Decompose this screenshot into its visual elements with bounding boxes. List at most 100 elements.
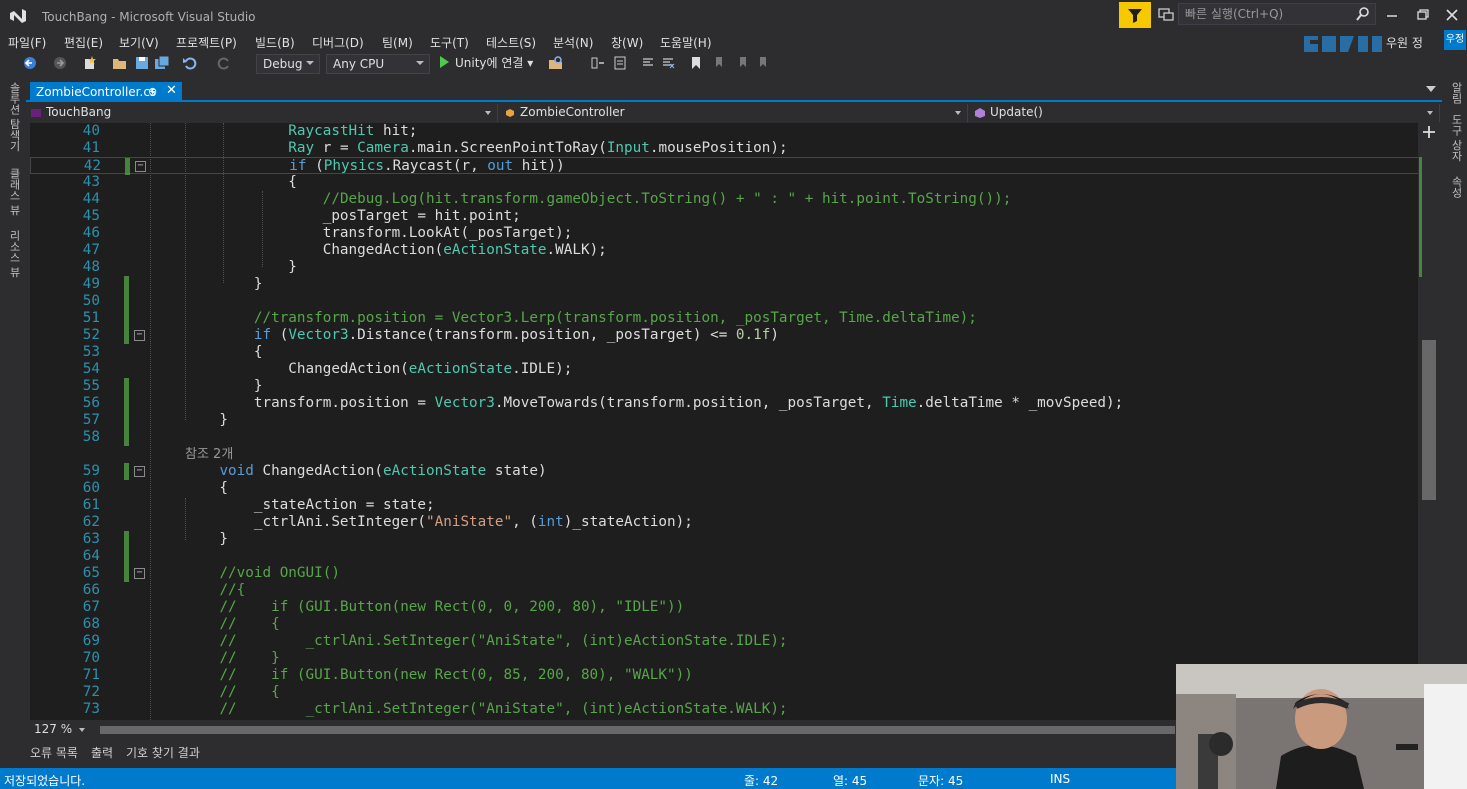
close-window-button[interactable]: [1438, 4, 1466, 26]
properties-tab[interactable]: 속성: [1446, 176, 1464, 198]
notification-button[interactable]: [1119, 2, 1151, 28]
code-editor[interactable]: 40 RaycastHit hit; 41 Ray r = Camera.main…: [30, 123, 1434, 720]
member-dropdown[interactable]: Update(): [970, 104, 1440, 122]
code-line[interactable]: 40 RaycastHit hit;: [30, 123, 1434, 140]
menu-help[interactable]: 도움말(H): [660, 34, 712, 51]
open-folder-icon[interactable]: [112, 55, 128, 71]
menu-build[interactable]: 빌드(B): [255, 34, 295, 51]
back-icon[interactable]: [22, 55, 38, 71]
reference-count-label[interactable]: 참조 2개: [185, 446, 233, 463]
code-line[interactable]: 58: [30, 429, 1434, 446]
class-dropdown[interactable]: ZombieController: [500, 104, 968, 122]
code-token: //void OnGUI(): [219, 565, 340, 581]
bookmark-icon[interactable]: [688, 55, 704, 71]
menu-analyze[interactable]: 분석(N): [553, 34, 593, 51]
class-view-tab[interactable]: 클래스 뷰: [4, 168, 22, 216]
feedback-icon[interactable]: [1157, 6, 1175, 24]
next-bookmark-icon[interactable]: [734, 55, 750, 71]
quick-launch-input[interactable]: [1185, 6, 1355, 22]
code-line[interactable]: 56 transform.position = Vector3.MoveTowa…: [30, 395, 1434, 412]
collapse-region-icon[interactable]: −: [135, 161, 146, 172]
new-project-icon[interactable]: [82, 55, 98, 71]
menu-test[interactable]: 테스트(S): [486, 34, 536, 51]
menu-edit[interactable]: 편집(E): [64, 34, 103, 51]
user-name[interactable]: 우원 정: [1386, 34, 1423, 51]
code-line[interactable]: 68 // {: [30, 616, 1434, 633]
restore-button[interactable]: [1408, 4, 1436, 26]
menu-file[interactable]: 파일(F): [8, 34, 46, 51]
code-line[interactable]: 54 ChangedAction(eActionState.IDLE);: [30, 361, 1434, 378]
search-icon[interactable]: [1355, 6, 1371, 22]
code-line[interactable]: 55 }: [30, 378, 1434, 395]
code-line[interactable]: 47 ChangedAction(eActionState.WALK);: [30, 242, 1434, 259]
user-avatar[interactable]: 우정: [1444, 30, 1466, 50]
code-line[interactable]: 45 _posTarget = hit.point;: [30, 208, 1434, 225]
split-window-icon[interactable]: [1422, 125, 1436, 139]
code-line[interactable]: 48 }: [30, 259, 1434, 276]
code-line[interactable]: 62 _ctrlAni.SetInteger("AniState", (int)…: [30, 514, 1434, 531]
code-line[interactable]: 57 }: [30, 412, 1434, 429]
tab-error-list[interactable]: 오류 목록: [30, 744, 78, 761]
navigate-icon[interactable]: [590, 55, 606, 71]
comment-out-icon[interactable]: [640, 55, 656, 71]
undo-icon[interactable]: [182, 55, 198, 71]
code-line[interactable]: 46 transform.LookAt(_posTarget);: [30, 225, 1434, 242]
pin-icon[interactable]: ⊕: [148, 85, 157, 98]
menu-project[interactable]: 프로젝트(P): [176, 34, 237, 51]
code-line[interactable]: 41 Ray r = Camera.main.ScreenPointToRay(…: [30, 140, 1434, 157]
notifications-tab[interactable]: 알림: [1446, 82, 1464, 104]
code-line[interactable]: 69 // _ctrlAni.SetInteger("AniState", (i…: [30, 633, 1434, 650]
save-all-icon[interactable]: [154, 55, 170, 71]
quick-launch-box[interactable]: [1178, 3, 1376, 25]
collapse-region-icon[interactable]: −: [134, 568, 145, 579]
code-line[interactable]: 59 − void ChangedAction(eActionState stat…: [30, 463, 1434, 480]
uncomment-icon[interactable]: [660, 55, 676, 71]
code-line[interactable]: 67 // if (GUI.Button(new Rect(0, 0, 200,…: [30, 599, 1434, 616]
project-dropdown[interactable]: TouchBang: [26, 104, 498, 122]
code-line[interactable]: 52 − if (Vector3.Distance(transform.posit…: [30, 327, 1434, 344]
zoom-dropdown[interactable]: 127 %: [30, 721, 88, 738]
redo-icon[interactable]: [216, 55, 232, 71]
find-in-files-icon[interactable]: [548, 55, 564, 71]
code-line[interactable]: 66 //{: [30, 582, 1434, 599]
code-line[interactable]: 64: [30, 548, 1434, 565]
platform-combo[interactable]: Any CPU: [326, 54, 430, 74]
code-line[interactable]: 50: [30, 293, 1434, 310]
tab-zombiecontroller[interactable]: ZombieController.cs ⊕ ✕: [30, 82, 182, 102]
toolbox-tab[interactable]: 도구 상자: [1446, 114, 1464, 162]
tab-output[interactable]: 출력: [91, 744, 113, 761]
code-line[interactable]: 53 {: [30, 344, 1434, 361]
collapse-region-icon[interactable]: −: [134, 466, 145, 477]
code-line[interactable]: 49 }: [30, 276, 1434, 293]
menu-debug[interactable]: 디버그(D): [312, 34, 364, 51]
reference-count-codelens[interactable]: 참조 2개: [30, 446, 1434, 463]
code-line[interactable]: 43 {: [30, 174, 1434, 191]
solution-explorer-tab[interactable]: 솔루션 탐색기: [4, 82, 22, 152]
clear-bookmarks-icon[interactable]: [756, 55, 772, 71]
code-line[interactable]: 61 _stateAction = state;: [30, 497, 1434, 514]
code-line[interactable]: 51 //transform.position = Vector3.Lerp(t…: [30, 310, 1434, 327]
menu-team[interactable]: 팀(M): [382, 34, 413, 51]
code-line[interactable]: 42 − if (Physics.Raycast(r, out hit)): [30, 157, 1434, 175]
collapse-region-icon[interactable]: −: [134, 330, 145, 341]
save-icon[interactable]: [134, 55, 150, 71]
code-line[interactable]: 65 − //void OnGUI(): [30, 565, 1434, 582]
menu-view[interactable]: 보기(V): [119, 34, 159, 51]
tab-find-symbol-results[interactable]: 기호 찾기 결과: [126, 744, 200, 761]
code-line[interactable]: 60 {: [30, 480, 1434, 497]
configuration-combo[interactable]: Debug: [256, 54, 320, 74]
attach-unity-button[interactable]: Unity에 연결 ▾: [440, 54, 533, 74]
menu-tools[interactable]: 도구(T): [430, 34, 469, 51]
horizontal-scroll-thumb[interactable]: [100, 726, 1175, 734]
resource-view-tab[interactable]: 리소스 뷰: [4, 230, 22, 278]
prev-bookmark-icon[interactable]: [712, 55, 728, 71]
menu-window[interactable]: 창(W): [611, 34, 643, 51]
solution-explorer-icon[interactable]: [612, 55, 628, 71]
forward-icon[interactable]: [52, 55, 68, 71]
code-line[interactable]: 44 //Debug.Log(hit.transform.gameObject.…: [30, 191, 1434, 208]
vertical-scroll-thumb[interactable]: [1422, 340, 1436, 500]
close-icon[interactable]: ✕: [166, 83, 177, 98]
code-line[interactable]: 63 }: [30, 531, 1434, 548]
tab-overflow-chevron-icon[interactable]: [1426, 86, 1436, 92]
minimize-button[interactable]: [1378, 4, 1406, 26]
